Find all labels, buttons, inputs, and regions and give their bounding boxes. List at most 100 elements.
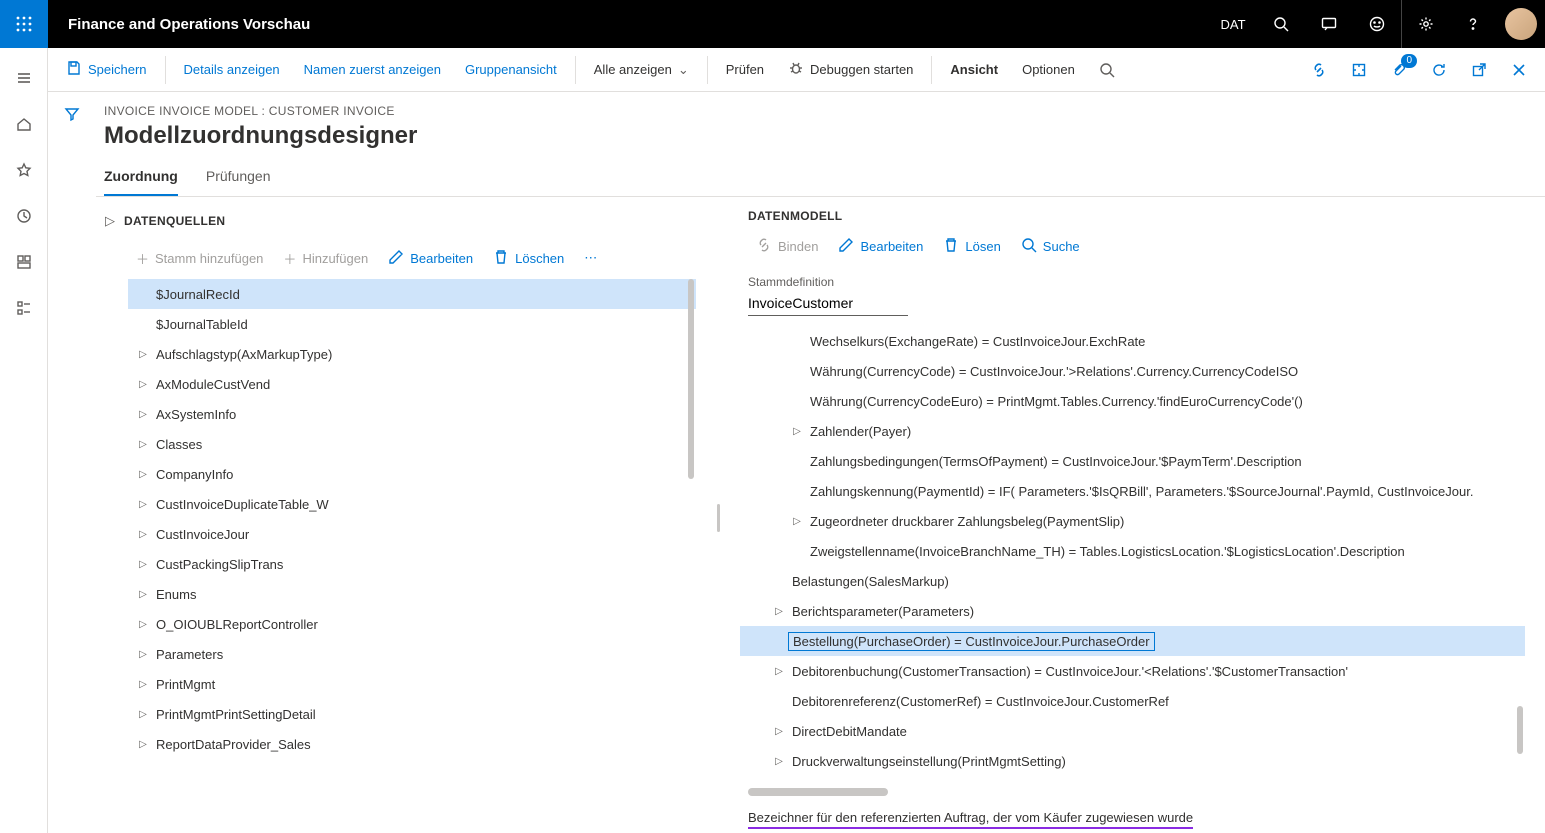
datamodel-label: Zahlender(Payer) <box>806 424 911 439</box>
datasource-label: PrintMgmt <box>152 677 215 692</box>
feedback-icon[interactable] <box>1353 0 1401 48</box>
datamodel-item[interactable]: ▷Debitorenbuchung(CustomerTransaction) =… <box>740 656 1525 686</box>
check-button[interactable]: Prüfen <box>716 52 774 88</box>
datasource-item[interactable]: ▷Enums <box>128 579 696 609</box>
collapse-datasources-icon[interactable]: ▷ <box>96 213 124 229</box>
workspaces-icon[interactable] <box>4 242 44 282</box>
datamodel-tree: Wechselkurs(ExchangeRate) = CustInvoiceJ… <box>740 326 1525 784</box>
show-all-dropdown[interactable]: Alle anzeigen⌄ <box>584 52 699 88</box>
datamodel-item[interactable]: Debitorenreferenz(CustomerRef) = CustInv… <box>740 686 1525 716</box>
page-tabs: Zuordnung Prüfungen <box>96 160 1545 197</box>
root-definition-label: Stammdefinition <box>740 267 1525 289</box>
app-launcher-button[interactable] <box>0 0 48 48</box>
tab-mapping[interactable]: Zuordnung <box>104 160 178 196</box>
close-icon[interactable] <box>1501 52 1537 88</box>
datamodel-item[interactable]: ▷Zahlender(Payer) <box>740 416 1525 446</box>
horizontal-scrollbar[interactable] <box>748 788 888 796</box>
datamodel-item[interactable]: Währung(CurrencyCode) = CustInvoiceJour.… <box>740 356 1525 386</box>
datamodel-item[interactable]: Bestellung(PurchaseOrder) = CustInvoiceJ… <box>740 626 1525 656</box>
cmdbar-search-icon[interactable] <box>1089 52 1125 88</box>
search-icon[interactable] <box>1257 0 1305 48</box>
view-button[interactable]: Ansicht <box>940 52 1008 88</box>
datasource-item[interactable]: ▷O_OIOUBLReportController <box>128 609 696 639</box>
datamodel-label: Debitorenreferenz(CustomerRef) = CustInv… <box>788 694 1169 709</box>
datamodel-item[interactable]: Zahlungskennung(PaymentId) = IF( Paramet… <box>740 476 1525 506</box>
group-view-button[interactable]: Gruppenansicht <box>455 52 567 88</box>
attachments-button[interactable]: 0 <box>1381 52 1417 88</box>
datamodel-label: Zahlungskennung(PaymentId) = IF( Paramet… <box>806 484 1473 499</box>
datasource-item[interactable]: ▷CustInvoiceDuplicateTable_W <box>128 489 696 519</box>
datamodel-item[interactable]: ▷Berichtsparameter(Parameters) <box>740 596 1525 626</box>
help-icon[interactable] <box>1449 0 1497 48</box>
popout-icon[interactable] <box>1461 52 1497 88</box>
datamodel-item[interactable]: Währung(CurrencyCodeEuro) = PrintMgmt.Ta… <box>740 386 1525 416</box>
edit-button[interactable]: Bearbeiten <box>380 243 481 273</box>
datamodel-label: Zweigstellenname(InvoiceBranchName_TH) =… <box>806 544 1405 559</box>
trash-icon <box>493 249 509 268</box>
pencil-icon <box>838 237 854 256</box>
datamodel-item[interactable]: Wechselkurs(ExchangeRate) = CustInvoiceJ… <box>740 326 1525 356</box>
datasource-item[interactable]: ▷Classes <box>128 429 696 459</box>
datasource-item[interactable]: ▷CustInvoiceJour <box>128 519 696 549</box>
filter-icon[interactable] <box>64 106 80 833</box>
datasource-item[interactable]: ▷AxModuleCustVend <box>128 369 696 399</box>
attachments-badge: 0 <box>1401 54 1417 68</box>
datamodel-item[interactable]: Belastungen(SalesMarkup) <box>740 566 1525 596</box>
tab-checks[interactable]: Prüfungen <box>206 160 271 196</box>
more-icon[interactable]: ⋯ <box>576 243 605 273</box>
pane-splitter[interactable] <box>716 203 720 833</box>
bug-icon <box>788 60 804 79</box>
datasource-item[interactable]: ▷PrintMgmt <box>128 669 696 699</box>
show-names-first-button[interactable]: Namen zuerst anzeigen <box>294 52 451 88</box>
scrollbar-thumb[interactable] <box>1517 706 1523 754</box>
datasource-item[interactable]: ▷AxSystemInfo <box>128 399 696 429</box>
datasource-label: CustInvoiceJour <box>152 527 249 542</box>
datamodel-label: Zahlungsbedingungen(TermsOfPayment) = Cu… <box>806 454 1302 469</box>
datasource-item[interactable]: ▷PrintMgmtPrintSettingDetail <box>128 699 696 729</box>
datasource-item[interactable]: $JournalTableId <box>128 309 696 339</box>
dm-edit-button[interactable]: Bearbeiten <box>830 231 931 261</box>
recent-icon[interactable] <box>4 196 44 236</box>
command-bar: Speichern Details anzeigen Namen zuerst … <box>48 48 1545 92</box>
unbind-button[interactable]: Lösen <box>935 231 1008 261</box>
datasource-item[interactable]: ▷Aufschlagstyp(AxMarkupType) <box>128 339 696 369</box>
modules-icon[interactable] <box>4 288 44 328</box>
addin-icon[interactable] <box>1341 52 1377 88</box>
datamodel-label: Bestellung(PurchaseOrder) = CustInvoiceJ… <box>788 632 1155 651</box>
datasource-label: Enums <box>152 587 196 602</box>
datamodel-item[interactable]: ▷Zugeordneter druckbarer Zahlungsbeleg(P… <box>740 506 1525 536</box>
messages-icon[interactable] <box>1305 0 1353 48</box>
nav-toggle-icon[interactable] <box>4 58 44 98</box>
trash-icon <box>943 237 959 256</box>
show-details-button[interactable]: Details anzeigen <box>174 52 290 88</box>
scrollbar-thumb[interactable] <box>688 279 694 479</box>
user-avatar[interactable] <box>1497 0 1545 48</box>
home-icon[interactable] <box>4 104 44 144</box>
datamodel-item[interactable]: Zahlungsbedingungen(TermsOfPayment) = Cu… <box>740 446 1525 476</box>
favorites-icon[interactable] <box>4 150 44 190</box>
datamodel-item[interactable]: ▷DirectDebitMandate <box>740 716 1525 746</box>
debug-button[interactable]: Debuggen starten <box>778 52 923 88</box>
settings-icon[interactable] <box>1401 0 1449 48</box>
delete-button[interactable]: Löschen <box>485 243 572 273</box>
chevron-right-icon: ▷ <box>134 349 152 360</box>
datasource-item[interactable]: $JournalRecId <box>128 279 696 309</box>
dm-search-button[interactable]: Suche <box>1013 231 1088 261</box>
datasource-item[interactable]: ▷CompanyInfo <box>128 459 696 489</box>
datamodel-label: Währung(CurrencyCode) = CustInvoiceJour.… <box>806 364 1298 379</box>
datamodel-item[interactable]: ▷Druckverwaltungseinstellung(PrintMgmtSe… <box>740 746 1525 776</box>
company-picker[interactable]: DAT <box>1209 0 1257 48</box>
datasource-item[interactable]: ▷CustPackingSlipTrans <box>128 549 696 579</box>
datasource-label: CustInvoiceDuplicateTable_W <box>152 497 329 512</box>
chevron-down-icon: ⌄ <box>678 62 689 78</box>
root-definition-input[interactable] <box>748 291 908 316</box>
save-label: Speichern <box>88 62 147 77</box>
link-icon[interactable] <box>1301 52 1337 88</box>
refresh-icon[interactable] <box>1421 52 1457 88</box>
datamodel-item[interactable]: Zweigstellenname(InvoiceBranchName_TH) =… <box>740 536 1525 566</box>
datasource-item[interactable]: ▷Parameters <box>128 639 696 669</box>
options-button[interactable]: Optionen <box>1012 52 1085 88</box>
datamodel-label: Zugeordneter druckbarer Zahlungsbeleg(Pa… <box>806 514 1124 529</box>
datasource-item[interactable]: ▷ReportDataProvider_Sales <box>128 729 696 759</box>
save-button[interactable]: Speichern <box>56 52 157 88</box>
